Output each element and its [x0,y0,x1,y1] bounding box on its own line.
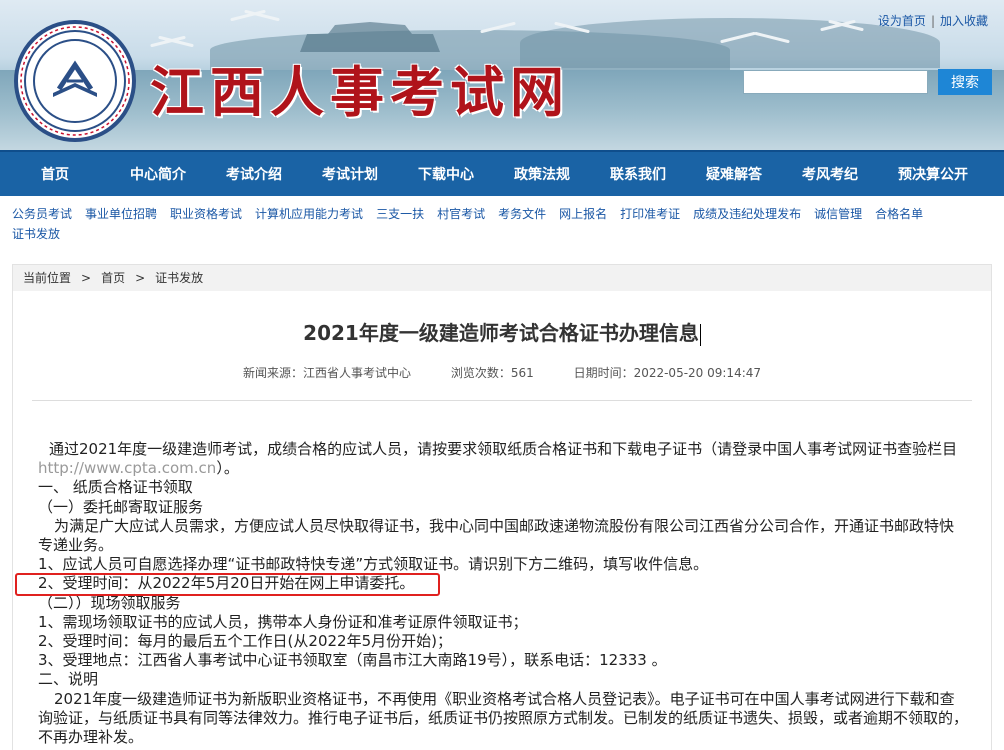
header-banner: 江西人事考试网 设为首页 | 加入收藏 搜索 [0,0,1004,150]
article-views: 浏览次数：561 [450,366,534,380]
category-links: 公务员考试 事业单位招聘 职业资格考试 计算机应用能力考试 三支一扶 村官考试 考务文件 网上… [0,196,1004,254]
sublink-civil-service[interactable]: 公务员考试 [12,207,72,221]
paragraph: 1、需现场领取证书的应试人员，携带本人身份证和准考证原件领取证书； [38,612,528,631]
nav-item-discipline[interactable]: 考风考纪 [782,164,878,184]
article-title: 2021年度一级建造师考试合格证书办理信息 [303,321,699,345]
bird-image [480,20,590,50]
site-logo[interactable] [14,20,136,142]
highlight-box [15,573,440,596]
sublink-integrity[interactable]: 诚信管理 [814,207,862,221]
bird-image [820,18,864,36]
nav-item-contact[interactable]: 联系我们 [590,164,686,184]
cpta-link[interactable]: http://www.cpta.com.cn [38,459,216,477]
sublink-professional-qualification[interactable]: 职业资格考试 [170,207,242,221]
breadcrumb-label: 当前位置 [23,271,72,285]
sublink-online-registration[interactable]: 网上报名 [559,207,607,221]
breadcrumb: 当前位置 > 首页 > 证书发放 [13,265,991,291]
nav-item-exam-plan[interactable]: 考试计划 [302,164,398,184]
paragraph: 2021年度一级建造师证书为新版职业资格证书，不再使用《职业资格考试合格人员登记… [38,689,969,747]
bird-image [720,30,790,48]
bird-image [230,8,280,26]
paragraph: 1、应试人员可自愿选择办理“证书邮政特快专递”方式领取证书。请识别下方二维码，填… [38,555,709,574]
subsection-heading: （一）委托邮寄取证服务 [38,497,204,516]
nav-item-exam-intro[interactable]: 考试介绍 [206,164,302,184]
breadcrumb-separator: > [81,271,92,285]
link-separator: | [930,14,935,28]
article-title-row: 2021年度一级建造师考试合格证书办理信息 [13,317,991,347]
sublink-results[interactable]: 成绩及违纪处理发布 [693,207,801,221]
paragraph-text: 通过2021年度一级建造师考试，成绩合格的应试人员，请按要求领取纸质合格证书和下… [49,440,958,458]
paragraph: 通过2021年度一级建造师考试，成绩合格的应试人员，请按要求领取纸质合格证书和下… [38,440,968,478]
main-nav: 首页 中心简介 考试介绍 考试计划 下载中心 政策法规 联系我们 疑难解答 考风… [0,150,1004,196]
breadcrumb-current[interactable]: 证书发放 [155,271,203,285]
sublink-certificate-issue[interactable]: 证书发放 [12,227,60,241]
section-heading: 一、 纸质合格证书领取 [38,478,193,497]
set-home-link[interactable]: 设为首页 [878,14,926,28]
nav-item-policy[interactable]: 政策法规 [494,164,590,184]
sublink-qualified-list[interactable]: 合格名单 [875,207,923,221]
article-meta: 新闻来源：江西省人事考试中心 浏览次数：561 日期时间：2022-05-20 … [13,364,991,382]
nav-item-home[interactable]: 首页 [0,164,110,184]
article-date: 日期时间：2022-05-20 09:14:47 [573,366,762,380]
paragraph: 3、受理地点：江西省人事考试中心证书领取室（南昌市江大南路19号），联系电话：1… [38,651,667,670]
nav-item-about[interactable]: 中心简介 [110,164,206,184]
breadcrumb-separator: > [135,271,146,285]
nav-item-budget[interactable]: 预决算公开 [878,164,988,184]
paragraph-text: ）。 [216,459,239,478]
paragraph: 2、受理时间：每月的最后五个工作日(从2022年5月份开始)； [38,632,452,651]
breadcrumb-home[interactable]: 首页 [101,271,125,285]
add-favorite-link[interactable]: 加入收藏 [940,14,988,28]
logo-ring-icon [20,26,130,136]
paragraph: 为满足广大应试人员需求，方便应试人员尽快取得证书，我中心同中国邮政速递物流股份有… [38,516,955,555]
nav-item-downloads[interactable]: 下载中心 [398,164,494,184]
sublink-three-supports[interactable]: 三支一扶 [376,207,424,221]
section-heading: 二、说明 [38,670,99,689]
site-title: 江西人事考试网 [150,60,570,124]
sublink-computer-skills[interactable]: 计算机应用能力考试 [255,207,363,221]
search-button[interactable]: 搜索 [938,69,992,95]
text-cursor [699,323,701,346]
article-source: 新闻来源：江西省人事考试中心 [242,366,411,380]
subsection-heading: （二））现场领取服务 [38,593,181,612]
sublink-print-admission[interactable]: 打印准考证 [620,207,680,221]
sublink-public-institution[interactable]: 事业单位招聘 [85,207,157,221]
sublink-village-official[interactable]: 村官考试 [437,207,485,221]
nav-item-faq[interactable]: 疑难解答 [686,164,782,184]
sublink-exam-documents[interactable]: 考务文件 [498,207,546,221]
top-links: 设为首页 | 加入收藏 [878,12,988,29]
search-input[interactable] [743,70,928,94]
divider [32,400,972,401]
